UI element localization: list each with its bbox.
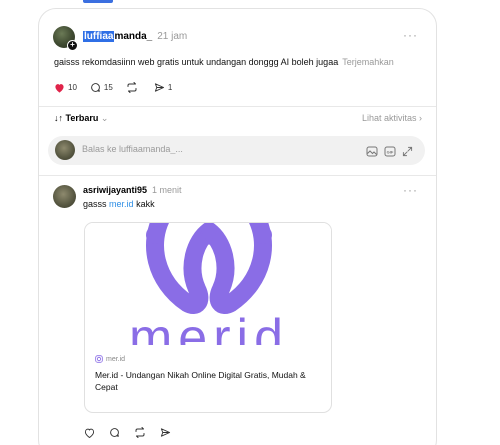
sort-dropdown[interactable]: ↓↑ Terbaru ⌄: [54, 113, 108, 123]
sort-label: Terbaru: [65, 113, 99, 123]
activity-label: Lihat aktivitas: [361, 113, 417, 123]
link-preview-card[interactable]: merid mer.id Mer.id - Undangan Nikah Onl…: [84, 222, 332, 413]
post-time: 21 jam: [157, 31, 188, 42]
share-button[interactable]: 1: [154, 82, 172, 93]
view-activity-link[interactable]: Lihat aktivitas ›: [362, 113, 422, 123]
follow-plus-icon[interactable]: +: [67, 40, 78, 51]
avatar[interactable]: +: [53, 26, 78, 51]
comment-text-prefix: gasss: [83, 199, 107, 209]
logo-wordmark: merid: [129, 309, 289, 345]
link-title: Mer.id - Undangan Nikah Online Digital G…: [95, 370, 306, 392]
like-count: 10: [68, 83, 77, 92]
like-button[interactable]: 10: [54, 83, 77, 93]
heart-icon[interactable]: [84, 425, 95, 443]
repost-icon[interactable]: [134, 425, 146, 443]
link-preview-meta: mer.id Mer.id - Undangan Nikah Online Di…: [95, 355, 321, 393]
post-body: gaisss rekomdasiinn web gratis untuk und…: [54, 57, 339, 67]
reply-input[interactable]: [82, 144, 332, 154]
gif-icon[interactable]: GIF: [384, 144, 396, 162]
share-icon[interactable]: [160, 425, 171, 443]
link-preview-image: merid: [85, 223, 331, 345]
share-icon: [154, 83, 164, 92]
chevron-down-icon: ⌄: [98, 113, 109, 123]
more-options-icon[interactable]: ···: [403, 28, 418, 42]
comment-actions: [84, 425, 185, 443]
top-tab-indicator: [83, 0, 113, 3]
expand-icon[interactable]: [402, 144, 413, 162]
instagram-icon: [95, 355, 103, 363]
share-count: 1: [167, 83, 173, 92]
avatar[interactable]: [53, 185, 76, 208]
chevron-right-icon: ›: [419, 113, 422, 123]
comment-time: 1 menit: [152, 185, 182, 195]
svg-text:GIF: GIF: [387, 150, 394, 155]
comment-icon: [91, 83, 100, 92]
repost-icon: [127, 82, 137, 93]
post-actions: 10 15 1: [54, 82, 185, 93]
divider: [39, 175, 436, 176]
reply-tools: GIF: [360, 144, 413, 162]
sort-arrows-icon: ↓↑: [54, 113, 66, 123]
link-domain: mer.id: [106, 355, 126, 363]
comment-author[interactable]: asriwijayanti95 1 menit: [83, 185, 182, 195]
post-author[interactable]: luffiaamanda_ 21 jam: [83, 31, 187, 42]
heart-icon: [55, 83, 64, 93]
translate-link[interactable]: Terjemahkan: [342, 57, 394, 67]
username-rest: manda_: [114, 31, 153, 42]
post-text: gaisss rekomdasiinn web gratis untuk und…: [54, 57, 394, 67]
image-icon[interactable]: [366, 144, 378, 162]
comment-text: gasss mer.id kakk: [83, 199, 155, 209]
link-domain-row: mer.id: [95, 355, 321, 363]
comment-count: 15: [103, 83, 113, 92]
comment-button[interactable]: 15: [90, 82, 113, 93]
comment-icon[interactable]: [109, 425, 120, 443]
comment-username: asriwijayanti95: [83, 185, 148, 195]
username-highlight: luffiaa: [83, 31, 115, 42]
repost-button[interactable]: [126, 82, 141, 93]
sort-bar: ↓↑ Terbaru ⌄ Lihat aktivitas ›: [54, 113, 422, 124]
thread-card: + luffiaamanda_ 21 jam ··· gaisss rekomda…: [38, 8, 437, 445]
comment-text-suffix: kakk: [136, 199, 155, 209]
more-options-icon[interactable]: ···: [403, 183, 418, 197]
comment-link[interactable]: mer.id: [109, 199, 134, 209]
avatar: [55, 140, 75, 160]
divider: [39, 106, 436, 107]
reply-box[interactable]: GIF: [48, 136, 425, 165]
